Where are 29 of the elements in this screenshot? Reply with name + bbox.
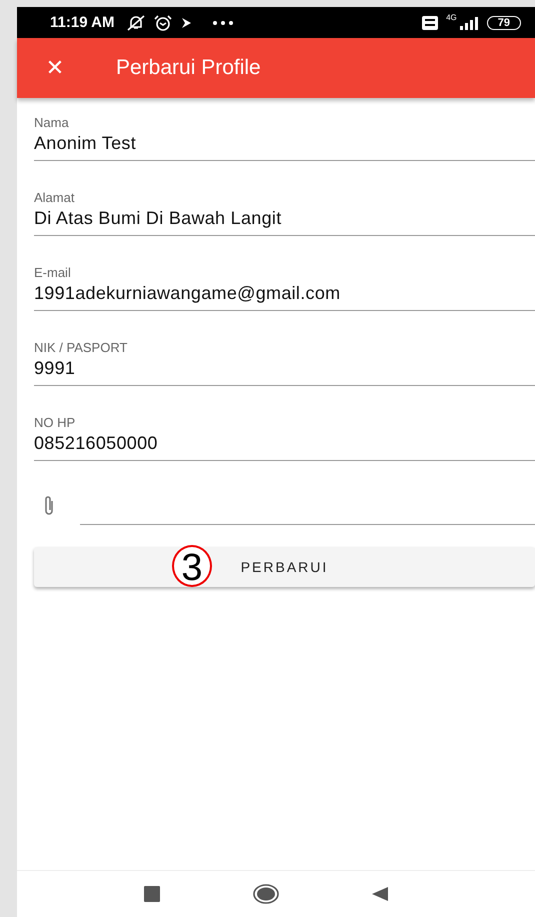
network-type: 4G bbox=[446, 13, 457, 22]
status-time: 11:19 AM bbox=[50, 14, 114, 31]
alarm-clock-icon bbox=[154, 14, 172, 30]
text-field[interactable]: E-mail 1991adekurniawangame@gmail.com bbox=[34, 264, 535, 311]
text-field[interactable]: Nama Anonim Test bbox=[34, 114, 535, 161]
play-icon bbox=[180, 16, 192, 28]
field-label: NIK / PASPORT bbox=[34, 340, 128, 355]
field-value: 085216050000 bbox=[34, 433, 159, 454]
field-value: 1991adekurniawangame@gmail.com bbox=[34, 283, 342, 304]
field-label: E-mail bbox=[34, 265, 72, 280]
more-icon bbox=[212, 20, 234, 26]
field-label: Alamat bbox=[34, 190, 76, 205]
field-value: Di Atas Bumi Di Bawah Langit bbox=[34, 208, 283, 229]
page-title: Perbarui Profile bbox=[116, 56, 261, 80]
back-icon[interactable] bbox=[371, 886, 389, 902]
text-field[interactable]: NIK / PASPORT 9991 bbox=[34, 339, 535, 386]
battery-level: 79 bbox=[486, 16, 521, 30]
field-value: 9991 bbox=[34, 358, 76, 379]
muted-bell-icon bbox=[126, 14, 146, 30]
paperclip-icon[interactable] bbox=[42, 495, 56, 517]
text-field[interactable]: Alamat Di Atas Bumi Di Bawah Langit bbox=[34, 189, 535, 236]
text-field[interactable]: NO HP 085216050000 bbox=[34, 414, 535, 461]
signal-icon bbox=[458, 16, 479, 30]
field-label: Nama bbox=[34, 115, 70, 130]
field-value: Anonim Test bbox=[34, 133, 138, 154]
close-button[interactable]: ✕ bbox=[44, 56, 66, 80]
recent-apps-icon[interactable] bbox=[143, 886, 161, 902]
home-icon[interactable] bbox=[253, 884, 279, 904]
field-label: NO HP bbox=[34, 415, 76, 430]
